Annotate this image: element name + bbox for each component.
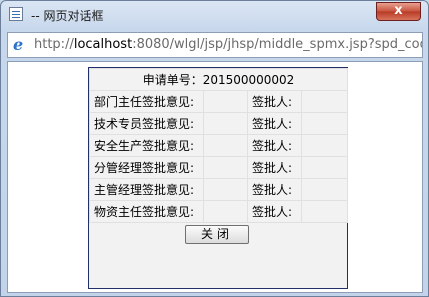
table-row: 主管经理签批意见: 签批人: — [89, 178, 349, 201]
table-row: 技术专员签批意见: 签批人: — [89, 112, 349, 135]
opinion-value — [203, 156, 248, 179]
signer-value — [300, 90, 349, 113]
address-bar[interactable]: e http://localhost:8080/wlgl/jsp/jhsp/mi… — [7, 32, 423, 58]
table-row: 安全生产签批意见: 签批人: — [89, 134, 349, 157]
table-row: 部门主任签批意见: 签批人: — [89, 90, 349, 113]
approval-form: 申请单号：201500000002 部门主任签批意见: 签批人: 技术专员签批意… — [88, 67, 349, 289]
button-row: 关闭 — [89, 222, 347, 247]
opinion-label: 分管经理签批意见: — [89, 156, 204, 179]
approval-table: 申请单号：201500000002 部门主任签批意见: 签批人: 技术专员签批意… — [88, 68, 349, 223]
url-text: http://localhost:8080/wlgl/jsp/jhsp/midd… — [34, 37, 422, 52]
ie-icon: e — [13, 35, 24, 54]
window-title: -- 网页对话框 — [31, 9, 104, 23]
opinion-label: 物资主任签批意见: — [89, 200, 204, 223]
signer-label: 签批人: — [247, 112, 302, 135]
opinion-label: 主管经理签批意见: — [89, 178, 204, 201]
url-host: localhost — [73, 37, 133, 52]
table-row: 分管经理签批意见: 签批人: — [89, 156, 349, 179]
page-icon — [9, 7, 23, 21]
signer-value — [300, 112, 349, 135]
order-number: 201500000002 — [202, 73, 295, 87]
window-close-button[interactable]: x — [376, 2, 421, 21]
opinion-label: 安全生产签批意见: — [89, 134, 204, 157]
close-button[interactable]: 关闭 — [185, 225, 249, 244]
title-bar[interactable]: -- 网页对话框 x — [1, 1, 428, 27]
signer-value — [300, 178, 349, 201]
signer-value — [300, 134, 349, 157]
url-prefix: http:// — [34, 37, 74, 52]
url-path: :8080/wlgl/jsp/jhsp/middle_spmx.jsp?spd_… — [132, 37, 422, 52]
opinion-value — [203, 112, 248, 135]
signer-label: 签批人: — [247, 156, 302, 179]
opinion-label: 技术专员签批意见: — [89, 112, 204, 135]
signer-label: 签批人: — [247, 200, 302, 223]
opinion-value — [203, 90, 248, 113]
signer-label: 签批人: — [247, 178, 302, 201]
order-row: 申请单号：201500000002 — [88, 68, 349, 91]
signer-label: 签批人: — [247, 90, 302, 113]
signer-value — [300, 156, 349, 179]
opinion-label: 部门主任签批意见: — [89, 90, 204, 113]
table-row: 物资主任签批意见: 签批人: — [89, 200, 349, 223]
opinion-value — [203, 134, 248, 157]
opinion-value — [203, 200, 248, 223]
order-cell: 申请单号：201500000002 — [88, 68, 349, 91]
signer-label: 签批人: — [247, 134, 302, 157]
dialog-window: -- 网页对话框 x e http://localhost:8080/wlgl/… — [0, 0, 429, 297]
signer-value — [300, 200, 349, 223]
opinion-value — [203, 178, 248, 201]
dialog-content: 申请单号：201500000002 部门主任签批意见: 签批人: 技术专员签批意… — [7, 61, 423, 293]
order-label: 申请单号： — [142, 73, 203, 87]
